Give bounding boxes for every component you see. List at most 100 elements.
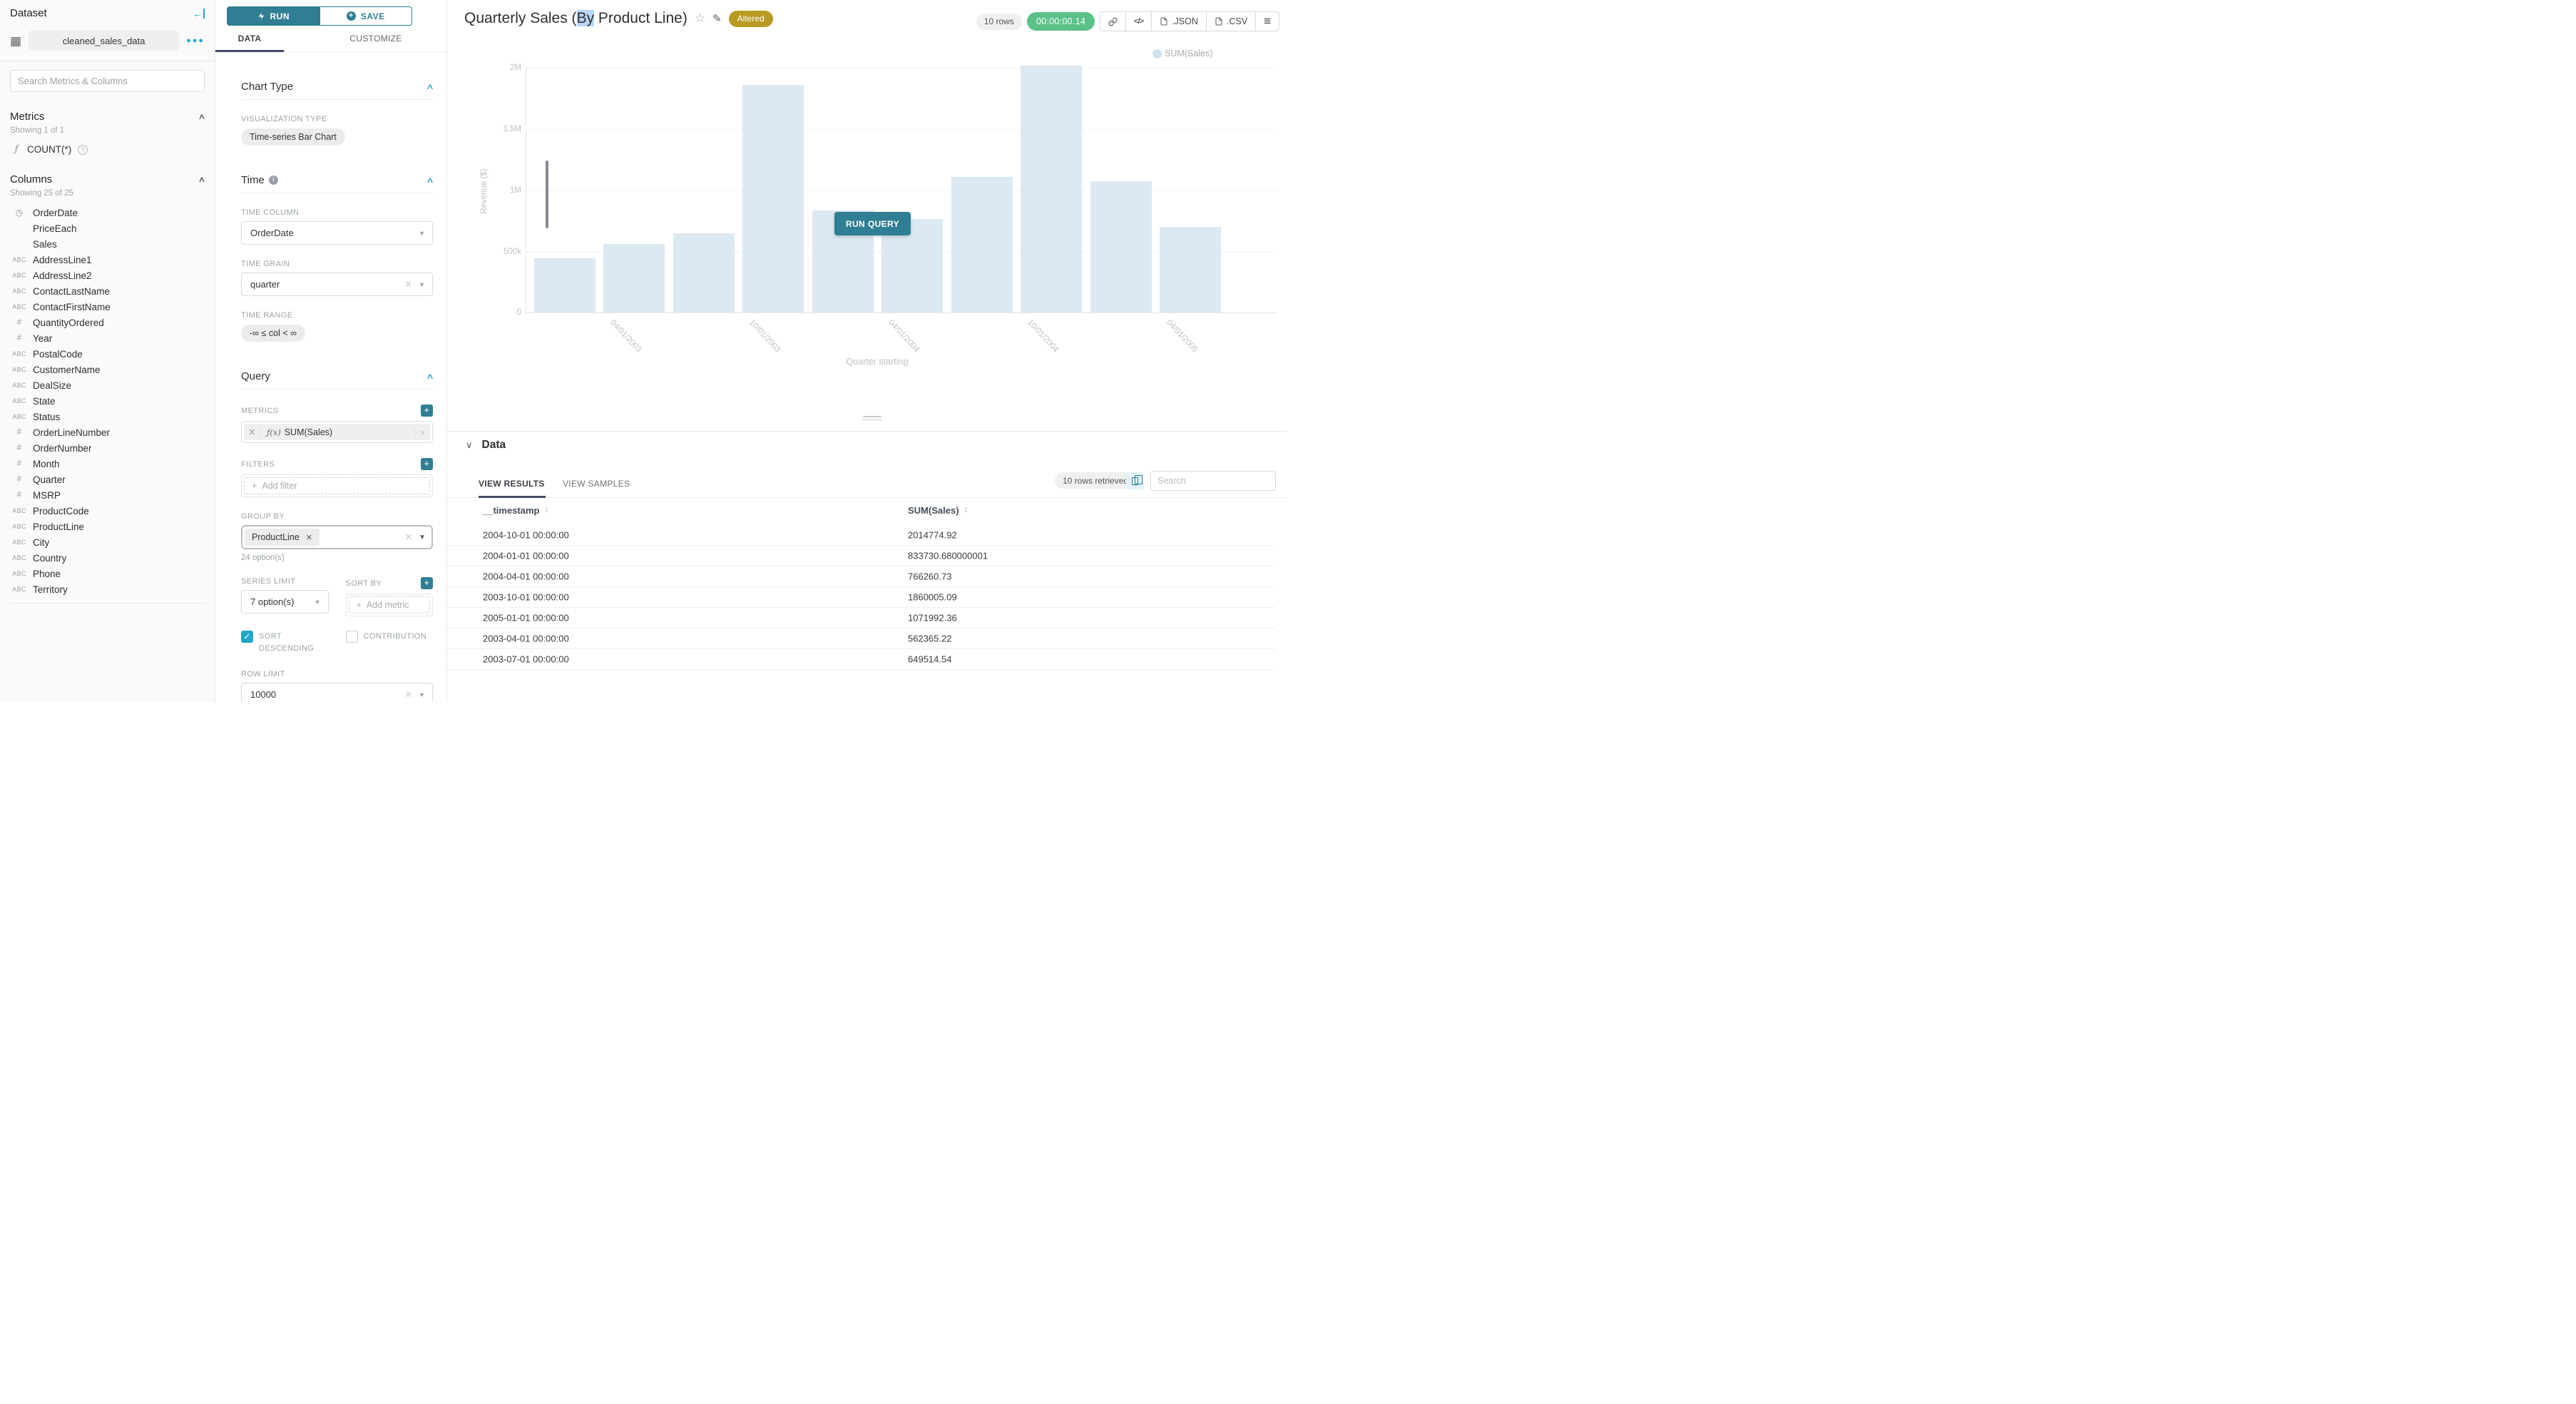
metric-chip[interactable]: ✕ ƒ(x)SUM(Sales) › [244, 424, 430, 440]
collapse-results-icon[interactable]: ∨ [466, 439, 473, 451]
column-item[interactable]: PriceEach [10, 220, 205, 236]
table-row[interactable]: 2004-10-01 00:00:002014774.92 [447, 525, 1275, 546]
chart-legend[interactable]: SUM(Sales) [1152, 49, 1212, 58]
clear-icon[interactable]: ✕ [404, 689, 412, 701]
sort-icon[interactable]: ▲▼ [544, 507, 548, 514]
export-json-button[interactable]: .JSON [1152, 12, 1207, 31]
column-item[interactable]: ABCContactFirstName [10, 299, 205, 315]
add-filter-dropzone[interactable]: +Add filter [244, 477, 430, 494]
altered-badge[interactable]: Altered [729, 11, 773, 27]
column-header-sum-sales[interactable]: SUM(Sales) ▲▼ [908, 505, 968, 516]
metric-help-icon[interactable]: ? [78, 145, 88, 155]
visualization-type-label: VISUALIZATION TYPE [241, 115, 433, 123]
add-metric-button[interactable]: + [421, 405, 433, 417]
group-by-select[interactable]: ProductLine✕ ✕ ▼ [241, 525, 433, 549]
column-item[interactable]: ABCProductLine [10, 519, 205, 534]
column-item[interactable]: ABCContactLastName [10, 283, 205, 299]
sidebar-search-input[interactable] [10, 70, 205, 92]
remove-chip-icon[interactable]: ✕ [306, 533, 312, 542]
contribution-checkbox[interactable] [346, 631, 358, 643]
column-item[interactable]: Sales [10, 236, 205, 252]
plus-icon: + [252, 481, 257, 491]
copy-data-button[interactable] [1126, 472, 1144, 489]
visualization-type-value[interactable]: Time-series Bar Chart [241, 128, 345, 146]
time-range-value[interactable]: -∞ ≤ col < ∞ [241, 325, 305, 342]
column-item[interactable]: ABCCity [10, 534, 205, 550]
time-grain-select[interactable]: quarter ✕ ▼ [241, 273, 433, 296]
add-filter-button[interactable]: + [421, 458, 433, 470]
copy-link-button[interactable] [1100, 12, 1126, 31]
column-item[interactable]: ABCAddressLine2 [10, 268, 205, 283]
remove-metric-icon[interactable]: ✕ [244, 427, 261, 437]
table-row[interactable]: 2004-01-01 00:00:00833730.680000001 [447, 546, 1275, 566]
column-item[interactable]: ABCCountry [10, 550, 205, 566]
metrics-collapse-icon[interactable]: ∧ [198, 112, 205, 121]
time-column-select[interactable]: OrderDate ▼ [241, 221, 433, 245]
add-sort-metric-dropzone[interactable]: +Add metric [349, 596, 431, 614]
column-item[interactable]: ABCProductCode [10, 503, 205, 519]
column-item[interactable]: ABCAddressLine1 [10, 252, 205, 268]
column-item[interactable]: #Quarter [10, 472, 205, 487]
row-limit-select[interactable]: 10000 ✕ ▼ [241, 683, 433, 702]
chevron-down-icon[interactable]: ▼ [419, 230, 425, 237]
table-row[interactable]: 2003-10-01 00:00:001860005.09 [447, 587, 1275, 608]
chevron-down-icon[interactable]: ▼ [419, 281, 425, 288]
tab-customize[interactable]: CUSTOMIZE [329, 26, 422, 51]
chart-type-collapse-icon[interactable]: ∧ [426, 82, 434, 91]
column-item[interactable]: #MSRP [10, 487, 205, 503]
dataset-name[interactable]: cleaned_sales_data [29, 31, 179, 51]
run-query-button[interactable]: RUN QUERY [834, 212, 911, 235]
time-collapse-icon[interactable]: ∧ [426, 176, 434, 185]
table-row[interactable]: 2005-01-01 00:00:001071992.36 [447, 608, 1275, 629]
column-item[interactable]: #QuantityOrdered [10, 315, 205, 330]
panel-resize-handle[interactable] [863, 416, 881, 422]
column-item[interactable]: ABCCustomerName [10, 362, 205, 377]
clear-icon[interactable]: ✕ [404, 279, 412, 290]
edit-title-icon[interactable]: ✎ [712, 12, 722, 25]
dataset-more-menu-icon[interactable]: ●●● [186, 36, 205, 45]
series-limit-select[interactable]: 7 option(s) ▼ [241, 590, 329, 614]
save-button[interactable]: + SAVE [320, 6, 413, 26]
chevron-down-icon[interactable]: ▼ [315, 599, 321, 606]
column-item[interactable]: ABCPhone [10, 566, 205, 581]
group-by-chip[interactable]: ProductLine✕ [245, 529, 320, 546]
sort-descending-checkbox[interactable]: ✓ [241, 631, 253, 643]
clear-icon[interactable]: ✕ [404, 531, 412, 543]
tab-view-results[interactable]: VIEW RESULTS [479, 479, 545, 489]
column-header-timestamp[interactable]: __timestamp ▲▼ [483, 505, 548, 516]
column-item[interactable]: ABCDealSize [10, 377, 205, 393]
column-item[interactable]: ABCStatus [10, 409, 205, 424]
column-item[interactable]: ABCTerritory [10, 581, 205, 597]
collapse-sidebar-icon[interactable]: ← [193, 9, 205, 19]
embed-code-button[interactable]: </> [1126, 12, 1152, 31]
export-csv-button[interactable]: .CSV [1207, 12, 1256, 31]
column-item[interactable]: #OrderNumber [10, 440, 205, 456]
results-search-input[interactable] [1150, 471, 1276, 491]
query-collapse-icon[interactable]: ∧ [426, 372, 434, 381]
metric-item[interactable]: ƒ COUNT(*) ? [10, 144, 205, 155]
column-item[interactable]: #Month [10, 456, 205, 472]
x-tick-slot [1086, 317, 1156, 360]
run-button[interactable]: RUN [227, 6, 320, 26]
sort-icon[interactable]: ▲▼ [964, 507, 968, 514]
column-item[interactable]: ABCState [10, 393, 205, 409]
column-item[interactable]: #Year [10, 330, 205, 346]
scrollbar-thumb[interactable] [546, 161, 548, 228]
info-icon[interactable]: i [269, 176, 278, 185]
table-row[interactable]: 2003-07-01 00:00:00649514.54 [447, 649, 1275, 670]
column-item[interactable]: #OrderLineNumber [10, 424, 205, 440]
column-item[interactable]: ◷OrderDate [10, 205, 205, 220]
favorite-star-icon[interactable]: ☆ [695, 11, 705, 26]
tab-data[interactable]: DATA [215, 26, 284, 51]
chevron-right-icon[interactable]: › [414, 427, 430, 437]
chevron-down-icon[interactable]: ▼ [419, 534, 426, 541]
columns-collapse-icon[interactable]: ∧ [198, 175, 205, 184]
tab-view-samples[interactable]: VIEW SAMPLES [563, 479, 630, 489]
table-row[interactable]: 2004-04-01 00:00:00766260.73 [447, 566, 1275, 587]
add-sort-metric-button[interactable]: + [421, 577, 433, 589]
table-row[interactable]: 2003-04-01 00:00:00562365.22 [447, 629, 1275, 649]
column-item[interactable]: ABCPostalCode [10, 346, 205, 362]
more-options-button[interactable]: ≡ [1256, 12, 1279, 31]
chart-title[interactable]: Quarterly Sales (By Product Line) [464, 10, 688, 27]
chevron-down-icon[interactable]: ▼ [419, 691, 425, 698]
